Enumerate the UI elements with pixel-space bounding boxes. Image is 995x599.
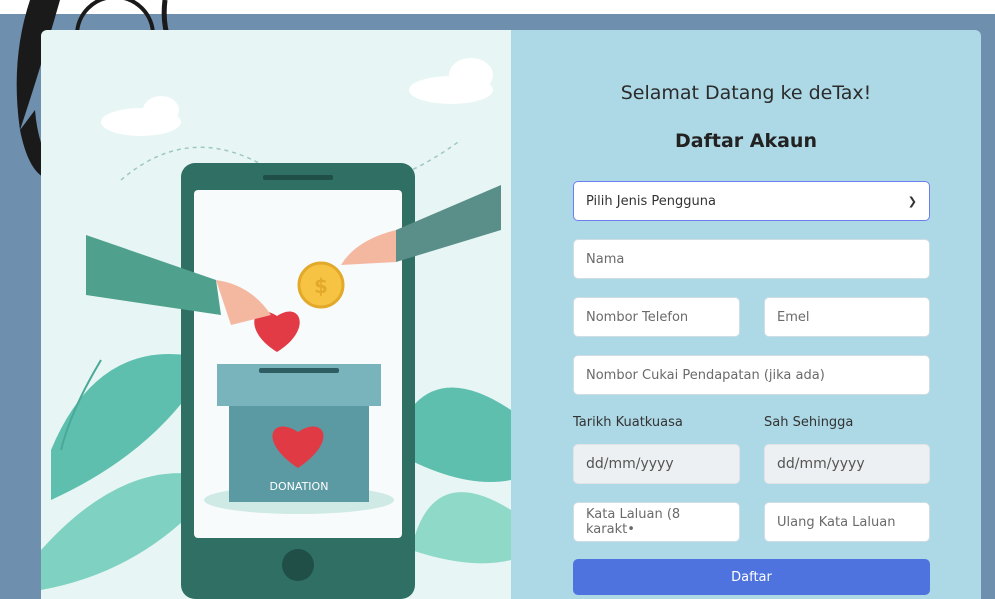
chevron-down-icon: ❯	[907, 194, 917, 208]
user-type-select-value: Pilih Jenis Pengguna	[586, 193, 716, 209]
valid-until-input[interactable]: dd/mm/yyyy	[764, 444, 930, 484]
valid-until-label: Sah Sehingga	[764, 415, 854, 430]
effective-date-label: Tarikh Kuatkuasa	[573, 415, 683, 430]
register-card: DONATION $ Selamat Datang ke deTax! Daft…	[41, 30, 981, 599]
form-heading: Daftar Akaun	[675, 130, 817, 152]
box-label: DONATION	[270, 480, 329, 493]
name-input[interactable]: Nama	[573, 239, 930, 279]
tax-number-input[interactable]: Nombor Cukai Pendapatan (jika ada)	[573, 355, 930, 395]
illustration-svg: DONATION $	[41, 58, 511, 599]
confirm-password-input[interactable]: Ulang Kata Laluan	[764, 502, 930, 542]
register-button[interactable]: Daftar	[573, 559, 930, 595]
effective-date-input[interactable]: dd/mm/yyyy	[573, 444, 740, 484]
donation-illustration: DONATION $	[41, 30, 511, 599]
email-input[interactable]: Emel	[764, 297, 930, 337]
phone-input[interactable]: Nombor Telefon	[573, 297, 740, 337]
svg-text:$: $	[314, 274, 328, 298]
user-type-select[interactable]: Pilih Jenis Pengguna ❯	[573, 181, 930, 221]
password-input[interactable]: Kata Laluan (8 karakt•	[573, 502, 740, 542]
welcome-title: Selamat Datang ke deTax!	[620, 82, 872, 104]
register-form: Selamat Datang ke deTax! Daftar Akaun Pi…	[511, 30, 981, 599]
